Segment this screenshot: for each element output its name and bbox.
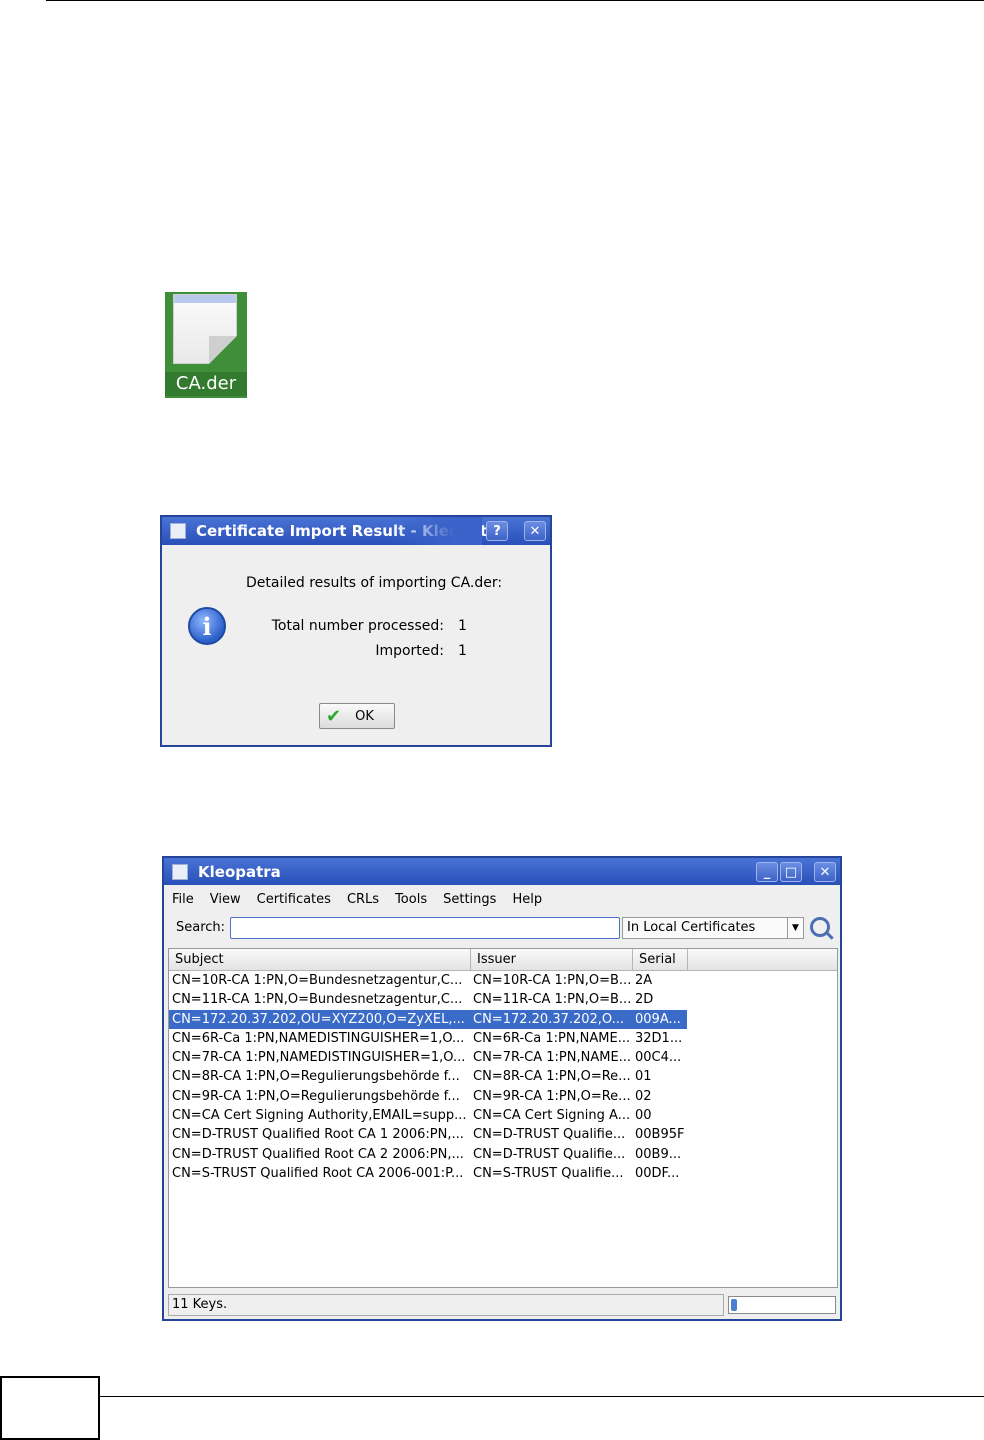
ca-der-file-icon[interactable]: CA.der xyxy=(165,292,247,398)
table-row[interactable]: CN=7R-CA 1:PN,NAMEDISTINGUISHER=1,O... CN… xyxy=(169,1048,837,1067)
serial-cell: 32D1... xyxy=(635,1030,683,1046)
page-number-box xyxy=(0,1376,100,1440)
subject-cell: CN=8R-CA 1:PN,O=Regulierungsbehörde f... xyxy=(172,1069,460,1085)
subject-cell: CN=7R-CA 1:PN,NAMEDISTINGUISHER=1,O... xyxy=(172,1050,466,1066)
table-row[interactable]: CN=172.20.37.202,OU=XYZ200,O=ZyXEL,... CN… xyxy=(169,1009,687,1029)
table-row[interactable]: CN=11R-CA 1:PN,O=Bundesnetzagentur,C... C… xyxy=(169,990,837,1009)
serial-cell: 00C4... xyxy=(635,1050,682,1066)
menu-view[interactable]: View xyxy=(210,892,241,907)
kleopatra-window: Kleopatra _ □ ✕ File View Certificates C… xyxy=(162,856,842,1321)
search-input[interactable] xyxy=(230,917,620,939)
menu-tools[interactable]: Tools xyxy=(395,892,427,907)
menu-file[interactable]: File xyxy=(172,892,194,907)
table-row[interactable]: CN=10R-CA 1:PN,O=Bundesnetzagentur,C... C… xyxy=(169,971,837,990)
imported-label: Imported: xyxy=(375,643,444,659)
column-subject[interactable]: Subject xyxy=(169,949,471,970)
document-icon xyxy=(173,294,237,364)
maximize-button[interactable]: □ xyxy=(780,862,802,882)
table-row[interactable]: CN=S-TRUST Qualified Root CA 2006-001:P.… xyxy=(169,1164,837,1183)
list-header: Subject Issuer Serial xyxy=(169,949,837,971)
total-processed-label: Total number processed: xyxy=(271,618,444,634)
menu-bar: File View Certificates CRLs Tools Settin… xyxy=(164,885,840,913)
column-serial[interactable]: Serial xyxy=(633,949,688,970)
subject-cell: CN=CA Cert Signing Authority,EMAIL=supp.… xyxy=(172,1108,467,1124)
scope-select[interactable]: In Local Certificates ▼ xyxy=(622,917,804,939)
serial-cell: 00DF... xyxy=(635,1165,680,1181)
dialog-titlebar[interactable]: Certificate Import Result - Kleopatra ? … xyxy=(162,517,550,545)
table-row[interactable]: CN=6R-Ca 1:PN,NAMEDISTINGUISHER=1,O... CN… xyxy=(169,1029,837,1048)
table-row[interactable]: CN=D-TRUST Qualified Root CA 2 2006:PN,.… xyxy=(169,1145,837,1164)
issuer-cell: CN=10R-CA 1:PN,O=B... xyxy=(473,973,632,988)
minimize-button[interactable]: _ xyxy=(756,862,778,882)
issuer-cell: CN=6R-Ca 1:PN,NAME... xyxy=(473,1030,631,1046)
serial-cell: 00 xyxy=(635,1108,652,1124)
ok-label: OK xyxy=(355,708,374,724)
subject-cell: CN=11R-CA 1:PN,O=Bundesnetzagentur,C... xyxy=(172,992,463,1008)
serial-cell: 02 xyxy=(635,1088,652,1104)
serial-cell: 01 xyxy=(635,1069,652,1085)
status-message: 11 Keys. xyxy=(168,1294,724,1316)
header-rule xyxy=(46,0,984,1)
issuer-cell: CN=S-TRUST Qualifie... xyxy=(473,1165,624,1181)
kleopatra-titlebar[interactable]: Kleopatra _ □ ✕ xyxy=(164,858,840,885)
search-label: Search: xyxy=(176,920,226,935)
issuer-cell: CN=11R-CA 1:PN,O=B... xyxy=(473,992,632,1008)
app-window-icon xyxy=(172,863,188,880)
subject-cell: CN=D-TRUST Qualified Root CA 1 2006:PN,.… xyxy=(172,1127,464,1143)
column-issuer[interactable]: Issuer xyxy=(471,949,633,970)
checkmark-icon: ✔ xyxy=(326,705,342,727)
table-row[interactable]: CN=9R-CA 1:PN,O=Regulierungsbehörde f...… xyxy=(169,1087,837,1106)
serial-cell: 2A xyxy=(635,973,653,988)
issuer-cell: CN=172.20.37.202,O... xyxy=(473,1011,625,1027)
subject-cell: CN=9R-CA 1:PN,O=Regulierungsbehörde f... xyxy=(172,1088,460,1104)
kleopatra-title: Kleopatra xyxy=(198,862,281,881)
dialog-heading: Detailed results of importing CA.der: xyxy=(246,575,503,591)
menu-certificates[interactable]: Certificates xyxy=(257,892,331,907)
footer-rule xyxy=(100,1396,984,1397)
close-button[interactable]: ✕ xyxy=(524,521,546,541)
menu-settings[interactable]: Settings xyxy=(443,892,496,907)
subject-cell: CN=172.20.37.202,OU=XYZ200,O=ZyXEL,... xyxy=(172,1011,465,1027)
issuer-cell: CN=7R-CA 1:PN,NAME... xyxy=(473,1050,632,1066)
subject-cell: CN=D-TRUST Qualified Root CA 2 2006:PN,.… xyxy=(172,1146,464,1162)
help-button[interactable]: ? xyxy=(486,521,508,541)
menu-crls[interactable]: CRLs xyxy=(347,892,379,907)
progress-bar xyxy=(728,1296,836,1314)
serial-cell: 009A... xyxy=(635,1011,681,1027)
ok-button[interactable]: ✔ OK xyxy=(319,703,395,729)
issuer-cell: CN=D-TRUST Qualifie... xyxy=(473,1127,626,1143)
subject-cell: CN=10R-CA 1:PN,O=Bundesnetzagentur,C... xyxy=(172,973,463,988)
import-result-dialog: Certificate Import Result - Kleopatra ? … xyxy=(160,515,552,747)
certificate-list[interactable]: Subject Issuer Serial CN=10R-CA 1:PN,O=B… xyxy=(168,948,838,1288)
table-row[interactable]: CN=CA Cert Signing Authority,EMAIL=supp.… xyxy=(169,1106,837,1125)
app-window-icon xyxy=(170,523,186,539)
imported-value: 1 xyxy=(458,643,467,659)
issuer-cell: CN=8R-CA 1:PN,O=Re... xyxy=(473,1069,631,1085)
issuer-cell: CN=CA Cert Signing A... xyxy=(473,1108,631,1124)
table-row[interactable]: CN=8R-CA 1:PN,O=Regulierungsbehörde f...… xyxy=(169,1067,837,1086)
subject-cell: CN=S-TRUST Qualified Root CA 2006-001:P.… xyxy=(172,1165,464,1181)
serial-cell: 00B95F xyxy=(635,1127,685,1143)
scope-selected-value: In Local Certificates xyxy=(627,920,756,935)
total-processed-value: 1 xyxy=(458,618,467,634)
close-button[interactable]: ✕ xyxy=(814,862,836,882)
menu-help[interactable]: Help xyxy=(512,892,542,907)
chevron-down-icon[interactable]: ▼ xyxy=(787,918,803,938)
file-label: CA.der xyxy=(165,372,247,396)
issuer-cell: CN=9R-CA 1:PN,O=Re... xyxy=(473,1088,631,1104)
subject-cell: CN=6R-Ca 1:PN,NAMEDISTINGUISHER=1,O... xyxy=(172,1030,465,1046)
table-row[interactable]: CN=D-TRUST Qualified Root CA 1 2006:PN,.… xyxy=(169,1125,837,1144)
search-toolbar: Search: In Local Certificates ▼ xyxy=(164,913,840,945)
serial-cell: 2D xyxy=(635,992,654,1008)
status-bar: 11 Keys. xyxy=(168,1294,838,1316)
issuer-cell: CN=D-TRUST Qualifie... xyxy=(473,1146,626,1162)
serial-cell: 00B9... xyxy=(635,1146,682,1162)
search-icon[interactable] xyxy=(810,917,830,937)
